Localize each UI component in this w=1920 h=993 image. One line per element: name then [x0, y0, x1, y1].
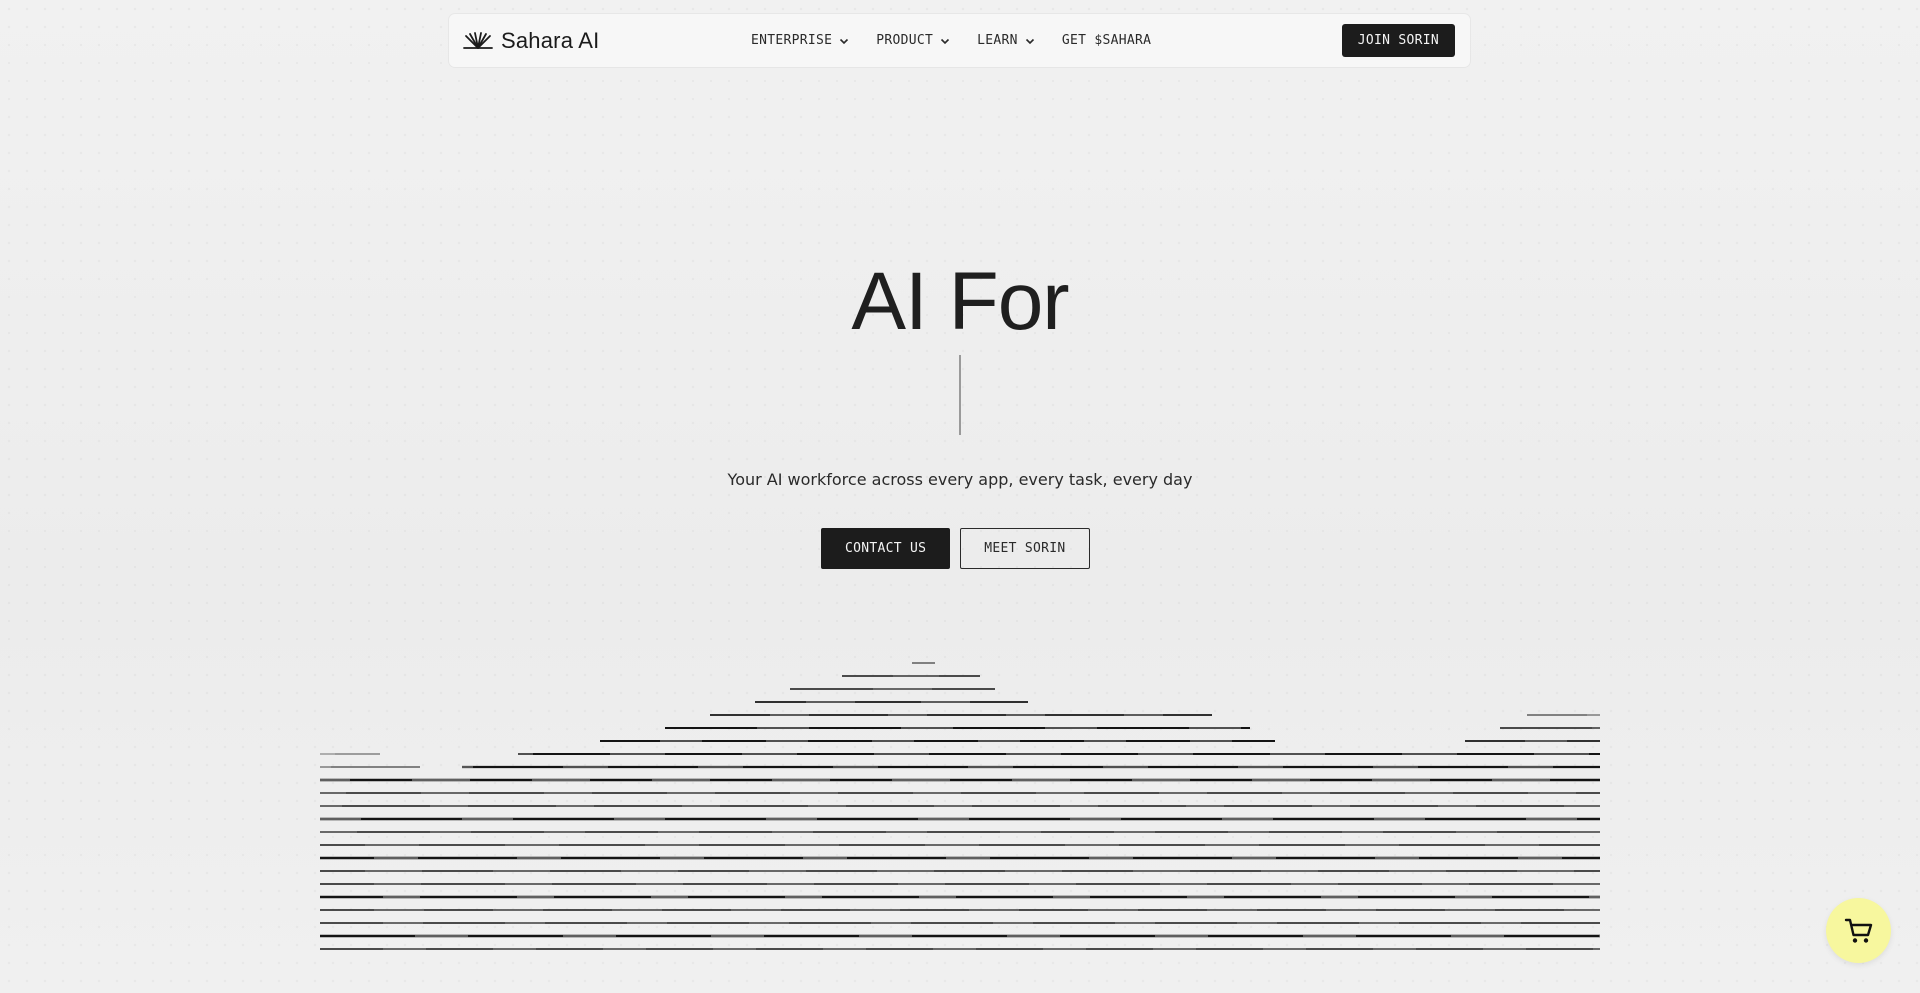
sahara-fan-icon — [463, 31, 493, 50]
join-sorin-button[interactable]: JOIN SORIN — [1341, 24, 1455, 57]
page: Sahara AI ENTERPRISE PRODUCT LEARN GET $… — [0, 0, 1920, 993]
chevron-down-icon — [939, 35, 951, 47]
meet-sorin-button[interactable]: MEET SORIN — [960, 528, 1090, 569]
navbar: Sahara AI ENTERPRISE PRODUCT LEARN GET $… — [449, 14, 1470, 67]
brand-logo-link[interactable]: Sahara AI — [463, 14, 599, 67]
nav-item-product[interactable]: PRODUCT — [876, 33, 951, 48]
nav-item-label: GET $SAHARA — [1061, 33, 1152, 48]
hero-subtitle: Your AI workforce across every app, ever… — [727, 470, 1193, 489]
cart-button[interactable] — [1826, 898, 1891, 963]
nav-item-label: PRODUCT — [876, 33, 934, 48]
cart-icon — [1844, 917, 1874, 945]
brand-name: Sahara AI — [501, 27, 600, 53]
chevron-down-icon — [838, 35, 850, 47]
wave-lines-graphic — [320, 662, 1600, 950]
contact-us-button[interactable]: CONTACT US — [821, 528, 951, 569]
cta-row: CONTACT US MEET SORIN — [821, 528, 1090, 569]
nav-item-label: LEARN — [977, 33, 1018, 48]
hero-title: AI For — [851, 256, 1069, 347]
nav-item-get-sahara[interactable]: GET $SAHARA — [1062, 33, 1151, 48]
nav-item-enterprise[interactable]: ENTERPRISE — [751, 33, 850, 48]
nav-links: ENTERPRISE PRODUCT LEARN GET $SAHARA — [751, 14, 1151, 67]
typing-caret — [959, 355, 961, 435]
nav-item-learn[interactable]: LEARN — [977, 33, 1036, 48]
chevron-down-icon — [1024, 35, 1036, 47]
nav-item-label: ENTERPRISE — [751, 33, 833, 48]
